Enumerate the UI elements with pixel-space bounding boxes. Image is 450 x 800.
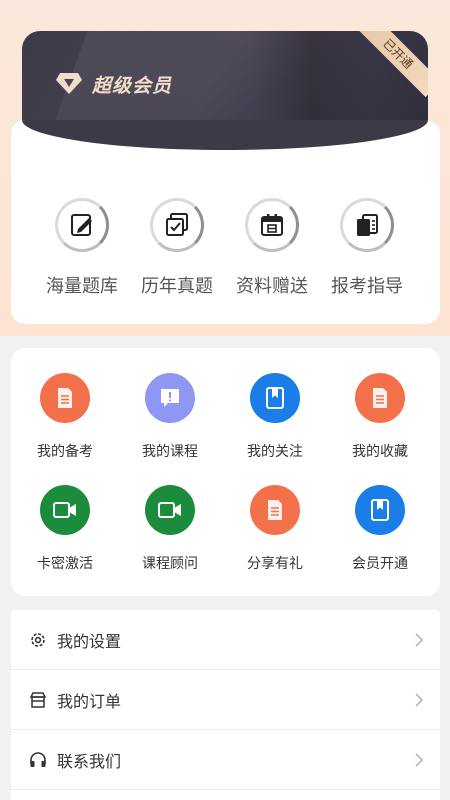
grid-item-label: 我的课程 <box>142 444 198 460</box>
grid-item-my-prep[interactable]: 我的备考 <box>25 373 105 461</box>
settings-list: 我的设置 我的订单 联系我们 <box>11 610 440 800</box>
grid-item-my-follows[interactable]: 我的关注 <box>235 373 315 461</box>
gear-icon <box>31 632 45 647</box>
grid-item-share-gift[interactable]: 分享有礼 <box>235 485 315 573</box>
list-item-label: 我的设置 <box>57 631 122 651</box>
vip-feature-question-bank[interactable]: 海量题库 <box>37 198 127 298</box>
list-item-orders[interactable]: 我的订单 <box>11 670 440 730</box>
grid-item-my-favorites[interactable]: 我的收藏 <box>340 373 420 461</box>
chevron-right-icon <box>415 692 424 707</box>
grid-item-membership[interactable]: 会员开通 <box>340 485 420 573</box>
grid-item-label: 我的关注 <box>247 444 303 460</box>
vip-feature-exam-guide[interactable]: 报考指导 <box>322 198 412 298</box>
grid-item-card-activate[interactable]: 卡密激活 <box>25 485 105 573</box>
document-icon <box>40 373 90 423</box>
stacked-check-icon <box>150 198 204 252</box>
grid-item-label: 我的备考 <box>37 444 93 460</box>
vip-feature-label: 资料赠送 <box>236 276 308 297</box>
list-item-contact[interactable]: 联系我们 <box>11 730 440 790</box>
list-item-settings[interactable]: 我的设置 <box>11 610 440 670</box>
grid-item-my-courses[interactable]: 我的课程 <box>130 373 210 461</box>
document-icon <box>250 485 300 535</box>
grid-item-course-advisor[interactable]: 课程顾问 <box>130 485 210 573</box>
chevron-right-icon <box>415 632 424 647</box>
bookmark-book-icon <box>250 373 300 423</box>
vip-feature-past-exams[interactable]: 历年真题 <box>132 198 222 298</box>
shop-icon <box>29 691 47 708</box>
video-camera-icon <box>145 485 195 535</box>
documents-icon <box>340 198 394 252</box>
vip-title: 超级会员 <box>92 75 173 97</box>
grid-item-label: 我的收藏 <box>352 444 408 460</box>
calendar-icon <box>245 198 299 252</box>
chevron-right-icon <box>415 752 424 767</box>
vip-features-panel: 海量题库 历年真题 资料赠送 报考指导 <box>11 120 440 324</box>
vip-feature-label: 海量题库 <box>46 276 118 297</box>
pencil-note-icon <box>55 198 109 252</box>
vip-feature-materials[interactable]: 资料赠送 <box>227 198 317 298</box>
function-grid: 我的备考 我的课程 我的关注 我的收藏 卡密激活 课程顾问 分享有礼 会员开通 <box>11 348 440 596</box>
grid-item-label: 会员开通 <box>352 556 408 572</box>
vip-feature-label: 历年真题 <box>141 276 213 297</box>
grid-item-label: 卡密激活 <box>37 556 93 572</box>
message-alert-icon <box>145 373 195 423</box>
diamond-icon <box>56 73 82 94</box>
grid-item-label: 课程顾问 <box>142 556 198 572</box>
bookmark-book-icon <box>355 485 405 535</box>
list-item-label: 我的订单 <box>57 691 122 711</box>
headphones-icon <box>30 751 46 767</box>
list-item-label: 联系我们 <box>57 751 122 771</box>
document-icon <box>355 373 405 423</box>
grid-item-label: 分享有礼 <box>247 556 303 572</box>
vip-feature-label: 报考指导 <box>331 276 403 297</box>
video-camera-icon <box>40 485 90 535</box>
